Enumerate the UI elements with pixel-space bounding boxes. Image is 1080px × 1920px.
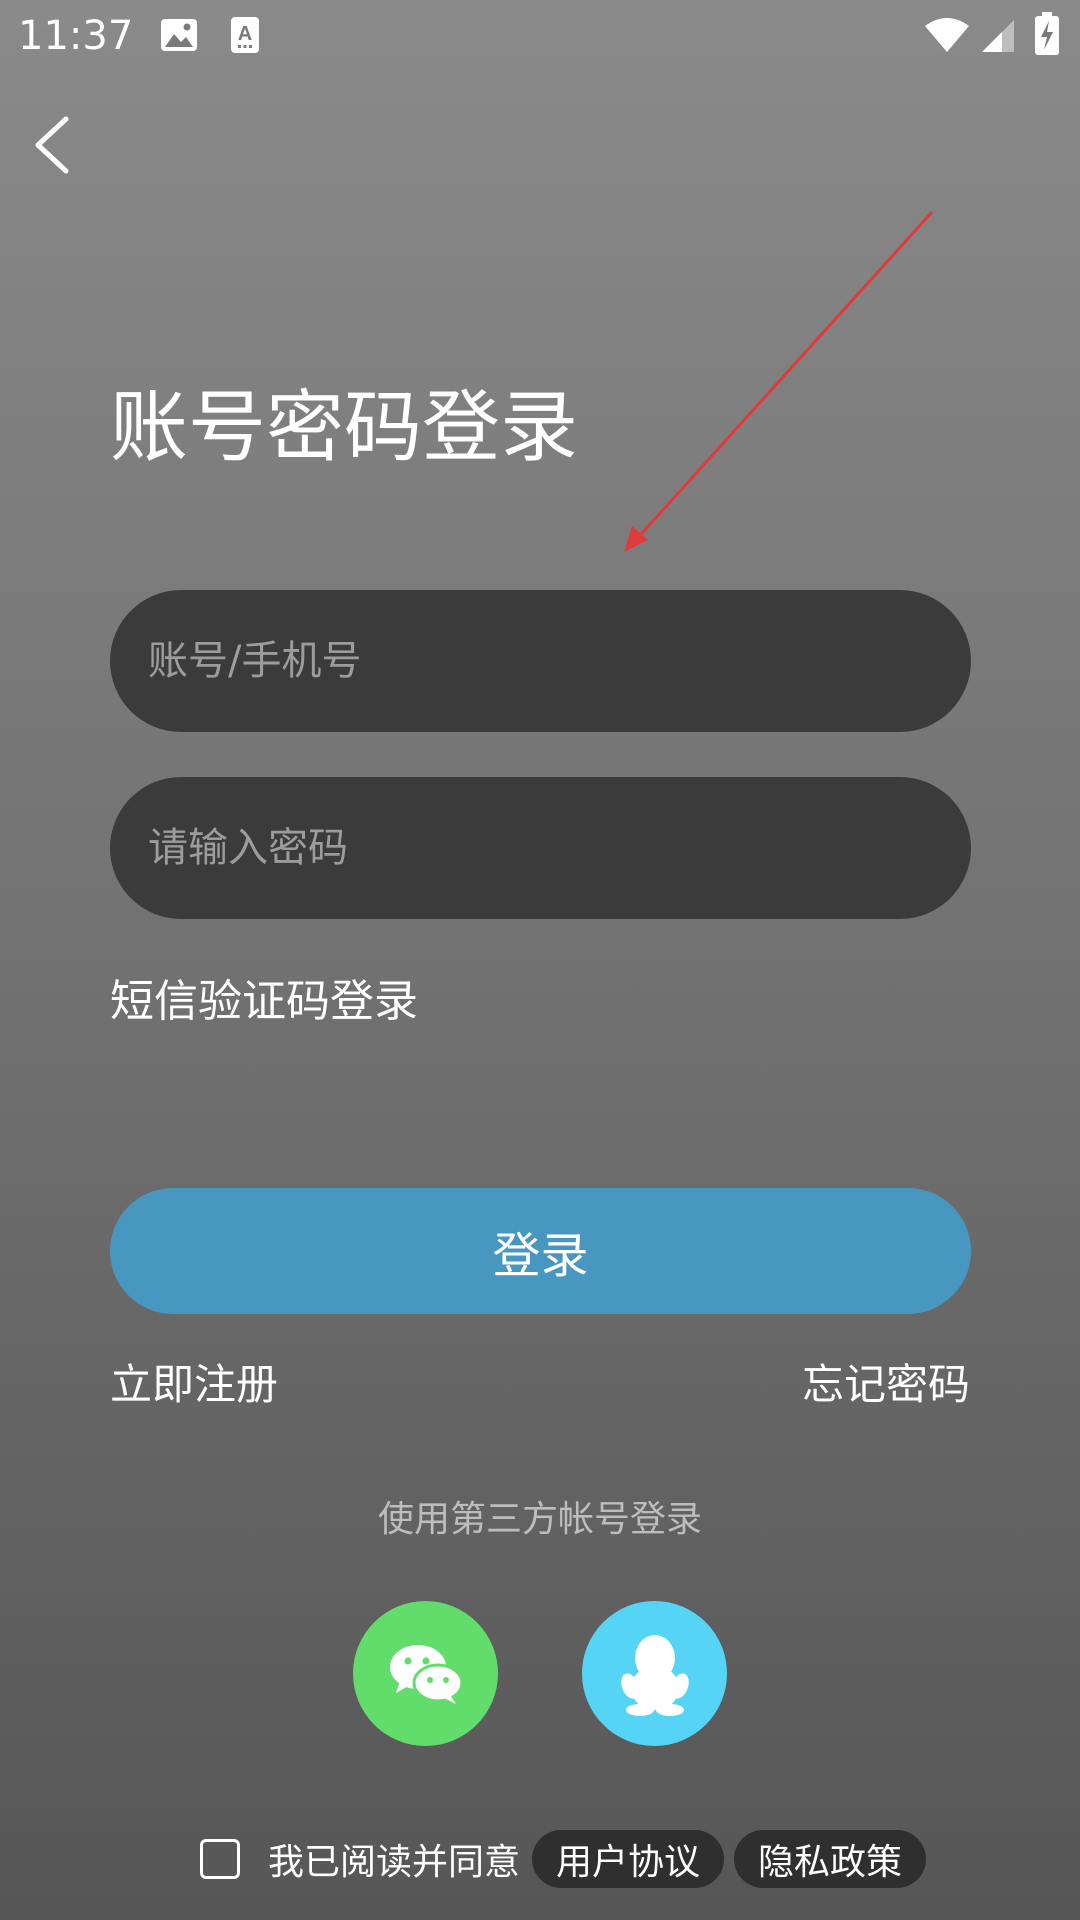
qq-penguin-icon (620, 1634, 689, 1716)
annotation-arrow (624, 210, 934, 552)
signal-icon (982, 20, 1014, 52)
user-agreement-link[interactable]: 用户协议 (532, 1830, 725, 1888)
wechat-login-button[interactable] (353, 1601, 498, 1746)
register-link[interactable]: 立即注册 (110, 1356, 278, 1414)
page-title: 账号密码登录 (110, 383, 579, 473)
third-party-login-label: 使用第三方帐号登录 (377, 1499, 702, 1540)
svg-text:A: A (238, 23, 252, 45)
status-time: 11:37 (18, 13, 134, 59)
sms-login-link[interactable]: 短信验证码登录 (110, 972, 418, 1032)
qq-login-button[interactable] (582, 1601, 727, 1746)
login-button[interactable]: 登录 (110, 1188, 971, 1314)
wechat-icon (389, 1644, 463, 1704)
wifi-icon (925, 18, 969, 52)
agreement-row: 我已阅读并同意 用户协议 隐私政策 (200, 1830, 936, 1888)
battery-charging-icon (1035, 12, 1059, 55)
status-bar: 11:37 A (0, 0, 1080, 72)
agreement-text: 我已阅读并同意 (268, 1842, 521, 1883)
image-icon (161, 19, 197, 51)
privacy-policy-link[interactable]: 隐私政策 (734, 1830, 927, 1888)
chevron-left-icon (35, 116, 69, 174)
forgot-password-link[interactable]: 忘记密码 (802, 1356, 970, 1414)
font-a-icon: A (231, 17, 259, 53)
agree-checkbox[interactable] (200, 1839, 240, 1879)
password-input[interactable] (110, 777, 971, 919)
account-input[interactable] (110, 590, 971, 732)
back-button[interactable] (26, 110, 78, 180)
